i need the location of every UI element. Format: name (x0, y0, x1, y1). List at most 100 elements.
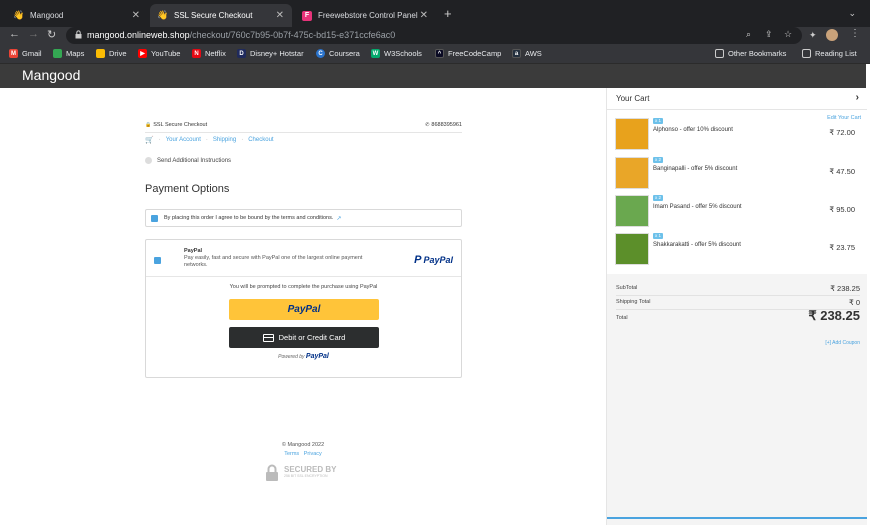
page-footer: © Mangood 2022 Terms Privacy (0, 442, 606, 457)
tab-ssl-checkout[interactable]: 👋 SSL Secure Checkout ✕ (150, 4, 292, 27)
basket-icon[interactable]: 🛒 (145, 136, 154, 144)
cart-item: x 1 Alphonso - offer 10% discount ₹ 72.0… (615, 118, 861, 152)
tab-mangood[interactable]: 👋 Mangood ✕ (6, 4, 148, 27)
item-price: ₹ 47.50 (829, 167, 855, 176)
item-name: Shakkarakatti - offer 5% discount (653, 242, 741, 248)
paypal-button[interactable]: PayPal (229, 299, 379, 320)
cart-item: x 2 Imam Pasand - offer 5% discount ₹ 95… (615, 195, 861, 229)
breadcrumb-your-account[interactable]: Your Account (166, 137, 201, 143)
bookmark-label: FreeCodeCamp (448, 49, 502, 58)
ssl-header-row: 🔒 SSL Secure Checkout ✆ 8688395961 (145, 121, 462, 133)
tab-title: Mangood (30, 11, 64, 20)
product-thumbnail (615, 118, 649, 150)
bookmark-freecodecamp[interactable]: ^ FreeCodeCamp (435, 49, 501, 58)
product-thumbnail (615, 233, 649, 265)
drive-icon (96, 49, 105, 58)
bookmark-hotstar[interactable]: D Disney+ Hotstar (237, 49, 304, 58)
bookmark-label: Maps (66, 49, 85, 58)
footer-terms-link[interactable]: Terms (284, 451, 299, 457)
cart-sidebar: Your Cart › Edit Your Cart x 1 Alphonso … (606, 88, 867, 525)
terms-agreement[interactable]: By placing this order I agree to be boun… (145, 209, 462, 227)
phone-info: ✆ 8688395961 (425, 122, 462, 128)
cart-bottom-bar (607, 517, 867, 519)
bookmark-youtube[interactable]: ▶ YouTube (138, 49, 180, 58)
bookmark-netflix[interactable]: N Netflix (192, 49, 226, 58)
product-thumbnail (615, 195, 649, 227)
reading-list[interactable]: Reading List (802, 49, 857, 58)
footer-links: Terms Privacy (0, 451, 606, 457)
close-tab-icon[interactable]: ✕ (276, 10, 284, 21)
padlock-icon (266, 464, 278, 481)
aws-icon: a (512, 49, 521, 58)
reload-icon[interactable]: ↻ (47, 28, 56, 41)
tab-search-chevron-icon[interactable]: ⌄ (848, 8, 856, 19)
item-name: Banginapalli - offer 5% discount (653, 166, 738, 172)
bookmark-label: Coursera (329, 49, 360, 58)
breadcrumb-checkout[interactable]: Checkout (248, 137, 273, 143)
bookmark-gmail[interactable]: M Gmail (9, 49, 42, 58)
bookmark-star-icon[interactable]: ☆ (784, 29, 792, 40)
add-coupon-link[interactable]: [+] Add Coupon (825, 340, 860, 346)
item-quantity: x 2 (653, 195, 663, 201)
payment-options-title: Payment Options (145, 183, 230, 195)
bookmark-w3schools[interactable]: W W3Schools (371, 49, 422, 58)
tab-freewebstore[interactable]: F Freewebstore Control Panel ✕ (294, 4, 436, 27)
debit-credit-card-button[interactable]: Debit or Credit Card (229, 327, 379, 348)
card-button-label: Debit or Credit Card (278, 333, 346, 342)
footer-privacy-link[interactable]: Privacy (304, 451, 322, 457)
bookmark-aws[interactable]: a AWS (512, 49, 542, 58)
extensions-icon[interactable]: ✦ (809, 30, 817, 41)
other-bookmarks[interactable]: Other Bookmarks (715, 49, 786, 58)
instructions-checkbox[interactable] (145, 157, 152, 164)
secured-by-text: SECURED BY (284, 465, 337, 474)
phone-icon: ✆ (425, 122, 430, 128)
item-quantity: x 1 (653, 118, 663, 124)
ssl-label-text: SSL Secure Checkout (153, 122, 208, 128)
paypal-option-header[interactable]: PayPal Pay easily, fast and secure with … (146, 240, 461, 277)
bookmark-label: W3Schools (384, 49, 422, 58)
address-bar[interactable]: mangood.onlineweb.shop/checkout/760c7b95… (66, 27, 802, 44)
total-label: Total (616, 315, 628, 321)
browser-tab-strip: 👋 Mangood ✕ 👋 SSL Secure Checkout ✕ F Fr… (0, 0, 870, 27)
paypal-radio[interactable] (154, 257, 161, 264)
hand-favicon-icon: 👋 (13, 10, 25, 20)
copyright-text: © Mangood 2022 (281, 442, 325, 448)
bookmarks-bar: M Gmail Maps Drive ▶ YouTube N Netflix D Dis… (0, 45, 870, 64)
bookmark-label: AWS (525, 49, 542, 58)
additional-instructions-toggle[interactable]: Send Additional Instructions (145, 157, 231, 164)
tab-title: SSL Secure Checkout (174, 11, 253, 20)
url-path: /checkout/760c7b95-0b7f-475c-bd15-e371cc… (189, 30, 396, 40)
bookmark-label: Gmail (22, 49, 42, 58)
lock-icon (75, 30, 82, 39)
breadcrumb-shipping[interactable]: Shipping (213, 137, 236, 143)
forward-icon[interactable]: → (28, 28, 39, 40)
bookmark-drive[interactable]: Drive (96, 49, 127, 58)
cart-header[interactable]: Your Cart › (607, 88, 867, 110)
chevron-right-icon[interactable]: › (856, 92, 859, 103)
total-value: ₹ 238.25 (808, 308, 860, 323)
new-tab-icon[interactable]: + (444, 6, 452, 21)
bookmark-coursera[interactable]: C Coursera (316, 49, 360, 58)
subtotal-value: ₹ 238.25 (830, 284, 860, 293)
bookmark-maps[interactable]: Maps (53, 49, 84, 58)
zoom-icon[interactable]: ⌕ (746, 29, 751, 40)
coursera-icon: C (316, 49, 325, 58)
share-icon[interactable]: ⇪ (765, 29, 773, 40)
url-host: mangood.onlineweb.shop (87, 30, 190, 40)
profile-avatar[interactable] (826, 29, 838, 41)
paypal-prompt: You will be prompted to complete the pur… (229, 284, 378, 290)
back-icon[interactable]: ← (9, 28, 20, 40)
close-tab-icon[interactable]: ✕ (132, 10, 140, 21)
w3schools-icon: W (371, 49, 380, 58)
item-quantity: x 2 (653, 157, 663, 163)
bookmark-label: Disney+ Hotstar (250, 49, 304, 58)
external-link-icon[interactable]: ↗ (336, 215, 341, 222)
shipping-value: ₹ 0 (848, 298, 860, 307)
site-brand[interactable]: Mangood (22, 67, 80, 83)
product-thumbnail (615, 157, 649, 189)
close-tab-icon[interactable]: ✕ (420, 10, 428, 21)
ssl-label: 🔒 SSL Secure Checkout (145, 122, 207, 128)
terms-checkbox[interactable] (151, 214, 158, 222)
more-menu-icon[interactable]: ⋮ (850, 28, 860, 39)
bookmark-label: Drive (109, 49, 127, 58)
